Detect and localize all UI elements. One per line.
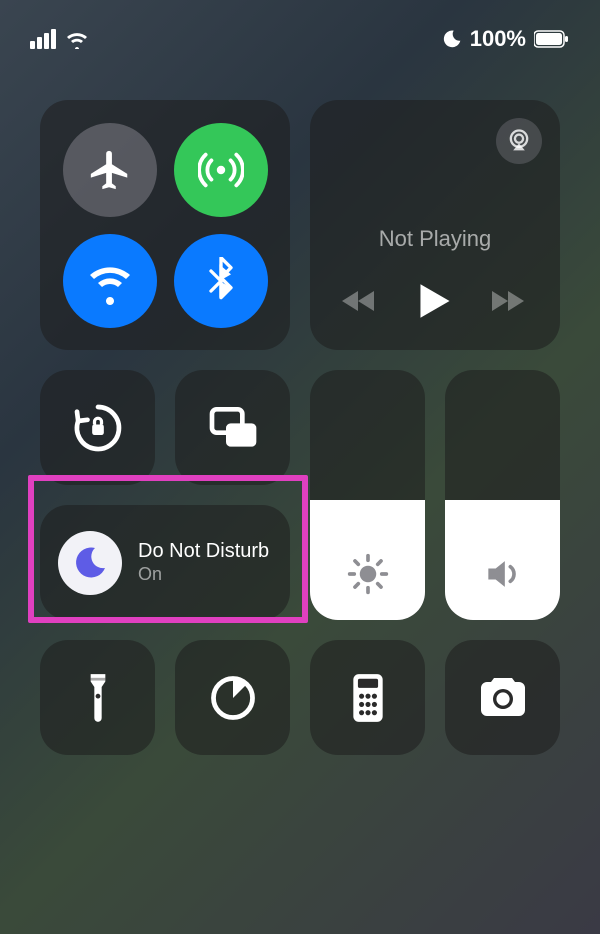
screen-mirroring-icon [205,400,261,456]
battery-percent: 100% [470,26,526,52]
bluetooth-button[interactable] [174,234,268,328]
wifi-button[interactable] [63,234,157,328]
moon-badge [58,531,122,595]
orientation-lock-button[interactable] [40,370,155,485]
rotation-lock-icon [70,400,126,456]
focus-title: Do Not Disturb [138,540,269,562]
airplane-icon [87,147,133,193]
wifi-icon [64,29,90,49]
play-button[interactable] [418,282,452,320]
volume-slider[interactable] [445,370,560,620]
bluetooth-icon [201,257,241,305]
camera-icon [475,675,531,721]
control-center: Not Playing [40,100,560,775]
timer-icon [207,672,259,724]
rewind-button[interactable] [340,287,380,315]
cellular-signal-icon [30,29,56,49]
media-title: Not Playing [379,226,492,252]
brightness-slider[interactable] [310,370,425,620]
timer-button[interactable] [175,640,290,755]
camera-button[interactable] [445,640,560,755]
moon-icon [70,543,110,583]
calculator-icon [346,670,390,726]
antenna-icon [198,147,244,193]
focus-text: Do Not Disturb On [138,540,269,585]
volume-icon [481,552,525,596]
connectivity-module[interactable] [40,100,290,350]
airplay-icon [505,127,533,155]
focus-status: On [138,564,269,585]
media-controls [340,282,530,320]
media-module[interactable]: Not Playing [310,100,560,350]
flashlight-icon [76,670,120,726]
brightness-icon [346,552,390,596]
wifi-icon [86,257,134,305]
airplay-button[interactable] [496,118,542,164]
status-right: 100% [442,26,570,52]
cellular-data-button[interactable] [174,123,268,217]
fast-forward-button[interactable] [490,287,530,315]
dnd-status-icon [442,29,462,49]
calculator-button[interactable] [310,640,425,755]
battery-icon [534,30,570,48]
airplane-mode-button[interactable] [63,123,157,217]
status-left [30,29,90,49]
flashlight-button[interactable] [40,640,155,755]
do-not-disturb-button[interactable]: Do Not Disturb On [40,505,290,620]
status-bar: 100% [0,0,600,60]
screen-mirroring-button[interactable] [175,370,290,485]
